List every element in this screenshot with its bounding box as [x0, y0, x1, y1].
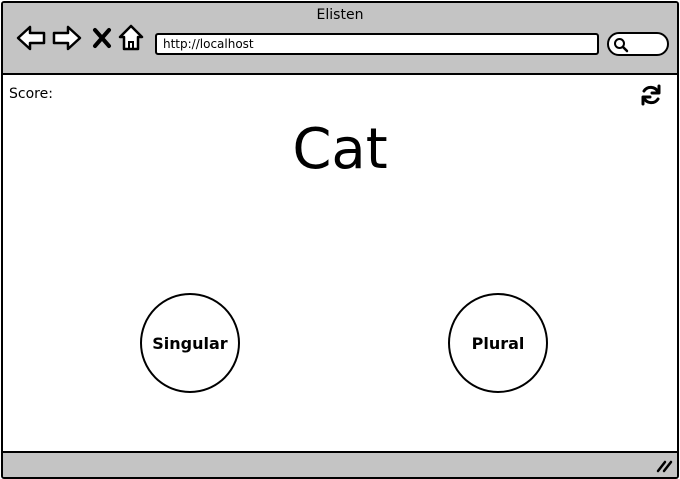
refresh-icon [641, 84, 661, 106]
refresh-button[interactable] [639, 83, 663, 107]
home-button[interactable] [117, 23, 145, 53]
forward-arrow-icon [52, 25, 82, 51]
singular-button[interactable]: Singular [140, 293, 240, 393]
resize-grip-icon[interactable] [655, 459, 673, 473]
plural-button[interactable]: Plural [448, 293, 548, 393]
back-button[interactable] [15, 23, 47, 53]
close-icon [93, 28, 111, 48]
address-bar[interactable]: http://localhost [155, 33, 599, 55]
browser-toolbar: Elisten http://localhost [3, 3, 677, 75]
search-icon [614, 38, 629, 53]
page-content: Score: Cat Singular Plural [3, 75, 677, 451]
home-icon [118, 24, 144, 51]
score-label: Score: [9, 86, 53, 102]
stop-button[interactable] [91, 23, 113, 53]
forward-button[interactable] [51, 23, 83, 53]
back-arrow-icon [16, 25, 46, 51]
status-bar [3, 451, 677, 477]
window-title: Elisten [316, 7, 364, 23]
target-word: Cat [292, 117, 388, 182]
search-field[interactable] [607, 32, 669, 56]
browser-window: Elisten http://localhost Score: Cat Sing… [1, 1, 679, 479]
